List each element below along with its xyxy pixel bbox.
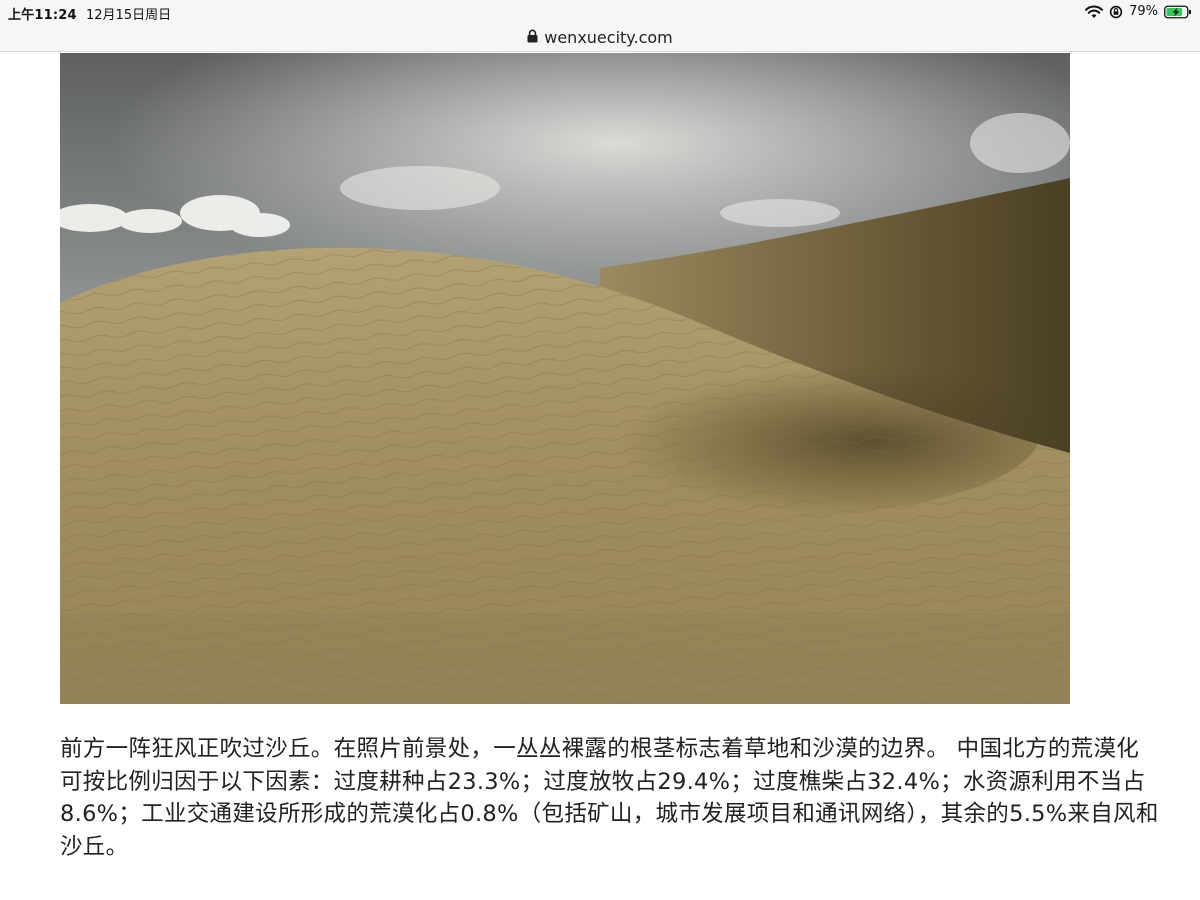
wifi-icon: [1085, 5, 1104, 19]
page-content: 前方一阵狂风正吹过沙丘。在照片前景处，一丛丛裸露的根茎标志着草地和沙漠的边界。 …: [0, 53, 1200, 900]
address-bar[interactable]: wenxuecity.com: [0, 24, 1200, 52]
battery-percent: 79%: [1129, 4, 1158, 19]
status-indicators: 79%: [1085, 4, 1192, 19]
battery-charging-icon: [1164, 5, 1192, 19]
lock-icon: [527, 28, 538, 47]
sand-dunes-photo: [60, 53, 1070, 704]
status-date: 12月15日周日: [86, 8, 172, 23]
status-bar: 上午11:24 12月15日周日 79%: [0, 0, 1200, 24]
status-time: 上午11:24: [8, 8, 77, 23]
article-paragraph: 前方一阵狂风正吹过沙丘。在照片前景处，一丛丛裸露的根茎标志着草地和沙漠的边界。 …: [60, 736, 1159, 860]
url-text[interactable]: wenxuecity.com: [544, 28, 672, 47]
rotation-lock-icon: [1109, 5, 1123, 19]
